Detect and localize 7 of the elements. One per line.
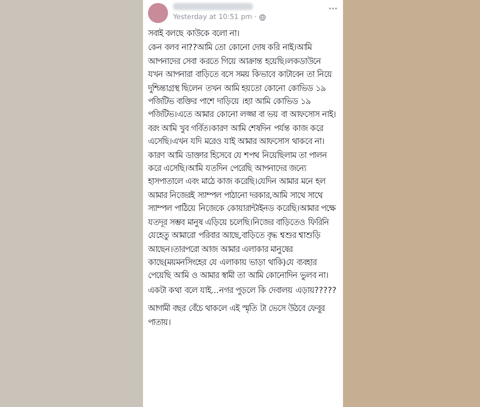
- post-paragraph: একটা কথা বলে যাই...নগর পুড়লে কি দেবালয় এড়ায়?????: [148, 284, 338, 298]
- more-options-icon[interactable]: [328, 7, 338, 10]
- post-paragraph: আগামী বছর বেঁচে থাকলে এই স্মৃতি টা ভেসে উঠবে ফেবুর পাতায়।: [148, 302, 326, 329]
- avatar[interactable]: [148, 3, 168, 23]
- globe-icon: [258, 14, 266, 20]
- post-paragraph: কেন বলব না??আমি তো কোনো দোষ করি নাই।আমি আপনাদের সেবা করতে গিয়ে আক্রান্ত হয়েছি।লকডাউনে যখন আপনারা বাড়িতে বসে সময় কিভাবে কাটাবেন তা নিয়ে দুশ্চিন্তাগ্রস্থ ছিলেন তখন আমি হয়তো কোনো কোভিড ১৯ পজিটিভ ব্যক্তির পাশে দাড়িয়ে ।হ্যা আমি কোভিড ১৯ পজিটিভ।এতে আমার কোনো লজ্জা বা ভয় বা আফসোস নাই।বরং আমি খুব গর্বিত।কারণ আমি শেষদিন পর্যন্ত কাজ করে এসেছি।এখন যদি মরেও যাই আমার আফসোস থাকবে না।কারণ আমি ডাক্তার হিসেবে যে শপথ নিয়েছিলাম তা পালন করে এসেছি।আমি যতদিন পেরেছি আপনাদের জন্যে হাসপাতালে এবং মাঠে কাজ করেছি।যেদিন আমার মনে হল আমার নিজেরই স্যাম্পল পাঠানো দরকার,আমি সাথে সাথে স্যাম্পল পাঠিয়ে নিজেকে কোয়ারান্টাইনড করেছি।আমার পক্ষে যতদূর সম্ভব মানুষ এড়িয়ে চলেছি।নিজের বাড়িতেও ফিরিনি যেহেতু আমারো পরিবার আছে,বাড়িতে বৃদ্ধ শ্বশুর শ্বাশুড়ি আছেন।তারপরো আজ আমার এলাকার মানুষের কাছে(ময়মনসিংহের যে এলাকায় ভাড়া থাকি)যে ব্যবহার পেয়েছি আমি ও আমার স্বামী তা আমি কোনোদিন ভুলব না।: [148, 41, 338, 282]
- post-paragraph: সবাই বলছে কাউকে বলো না।: [148, 27, 241, 40]
